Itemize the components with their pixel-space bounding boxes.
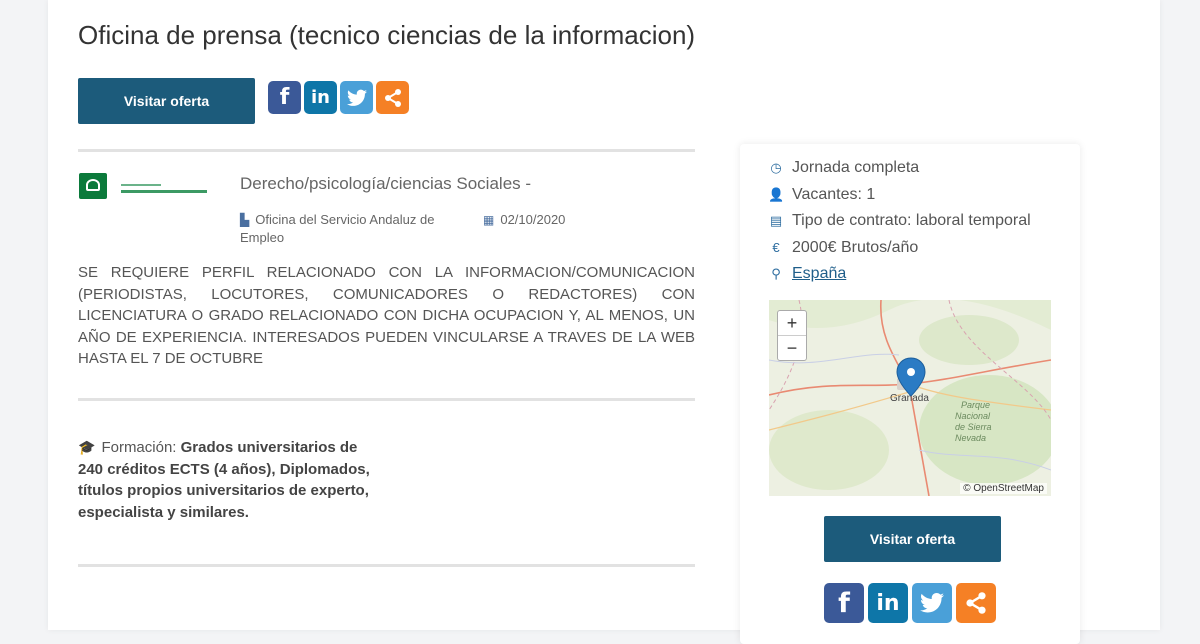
twitter-icon[interactable] (912, 583, 952, 623)
location-link[interactable]: España (792, 265, 846, 282)
page: Oficina de prensa (tecnico ciencias de l… (48, 0, 1160, 644)
visit-offer-button[interactable]: Visitar oferta (78, 78, 255, 124)
map-pin-icon: ⚲ (771, 266, 781, 281)
organization-name: Oficina del Servicio Andaluz de Empleo (240, 212, 435, 245)
user-plus-icon: 👤 (768, 187, 785, 202)
calendar-icon: ▦ (483, 213, 495, 227)
zoom-out-button[interactable]: − (778, 335, 806, 360)
zoom-in-button[interactable]: + (778, 311, 806, 335)
facebook-icon[interactable]: f (824, 583, 864, 623)
map-attribution[interactable]: © OpenStreetMap (960, 483, 1047, 494)
linkedin-icon[interactable]: in (868, 583, 908, 623)
vacantes-row: 👤 Vacantes: 1 (768, 186, 875, 204)
salario-value: 2000€ Brutos/año (792, 239, 919, 256)
twitter-icon[interactable] (340, 81, 373, 114)
linkedin-icon[interactable]: in (304, 81, 337, 114)
offer-date: ▦ 02/10/2020 (483, 211, 565, 229)
ubicacion-row: ⚲ España (768, 265, 846, 283)
graduation-cap-icon: 🎓 (78, 439, 96, 455)
date-value: 02/10/2020 (500, 212, 566, 227)
location-map[interactable]: Granada Parque Nacional de Sierra Nevada + … (769, 300, 1051, 496)
formacion-block: 🎓 Formación: Grados universitarios de 240… (78, 437, 378, 523)
document-icon: ▤ (769, 213, 783, 228)
formacion-label: Formación: (101, 439, 177, 456)
offer-summary-card: ◷ Jornada completa 👤 Vacantes: 1 ▤ Tipo de … (740, 144, 1080, 644)
map-zoom-control: + − (777, 310, 807, 361)
divider (78, 149, 695, 152)
share-bar-top: f in (268, 81, 409, 114)
jornada-value: Jornada completa (792, 159, 920, 176)
jornada-row: ◷ Jornada completa (768, 159, 919, 177)
contrato-row: ▤ Tipo de contrato: laboral temporal (768, 212, 1031, 230)
factory-icon: ▙ (240, 213, 250, 227)
vacantes-value: Vacantes: 1 (792, 186, 876, 203)
share-icon[interactable] (956, 583, 996, 623)
euro-icon: € (772, 240, 780, 255)
page-title: Oficina de prensa (tecnico ciencias de l… (78, 20, 696, 50)
offer-organization: ▙ Oficina del Servicio Andaluz de Empleo (240, 211, 480, 247)
organization-logo (79, 173, 209, 199)
visit-offer-button-side[interactable]: Visitar oferta (824, 516, 1001, 562)
offer-description: SE REQUIERE PERFIL RELACIONADO CON LA IN… (78, 264, 695, 367)
divider (78, 564, 695, 567)
offer-category: Derecho/psicología/ciencias Sociales - (240, 174, 532, 193)
map-tiles: Granada Parque Nacional de Sierra Nevada (769, 300, 1051, 496)
share-bar-side: f in (824, 583, 996, 623)
salario-row: €2000€ Brutos/año (768, 239, 918, 257)
facebook-icon[interactable]: f (268, 81, 301, 114)
share-icon[interactable] (376, 81, 409, 114)
divider (78, 398, 695, 401)
clock-icon: ◷ (770, 160, 782, 175)
contrato-value: Tipo de contrato: laboral temporal (792, 212, 1031, 229)
